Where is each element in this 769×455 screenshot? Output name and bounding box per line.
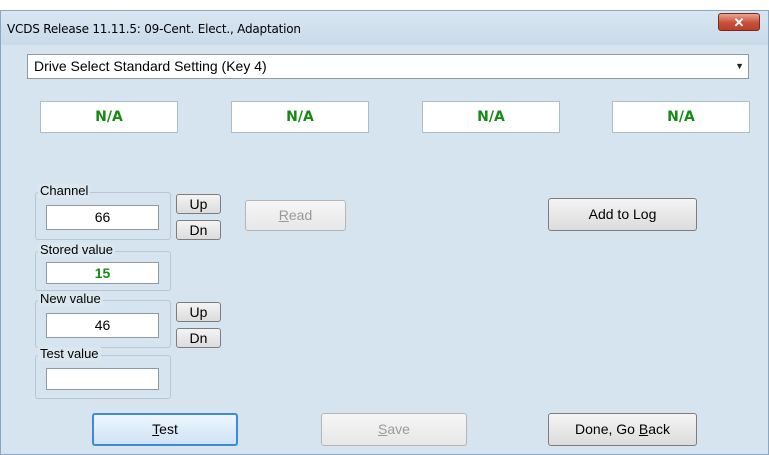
channel-up-button[interactable]: Up [176,194,221,214]
adaptation-channel-select-value: Drive Select Standard Setting (Key 4) [34,58,267,74]
test-value-label: Test value [38,346,101,361]
new-value-up-button[interactable]: Up [176,302,221,322]
measure-value-4: N/A [612,101,750,133]
title-bar[interactable]: VCDS Release 11.11.5: 09-Cent. Elect., A… [1,11,768,45]
done-button-label-post: ack [648,421,670,437]
close-button[interactable]: ✕ [718,13,760,31]
test-button-label-post: est [159,421,178,437]
done-button-label-pre: Done, Go [575,421,639,437]
measure-value-1: N/A [40,101,178,133]
read-button[interactable]: Read [245,200,346,231]
read-button-label-post: ead [288,207,313,223]
adaptation-channel-select[interactable]: Drive Select Standard Setting (Key 4) ▼ [27,54,749,79]
measure-value-2: N/A [231,101,369,133]
save-button[interactable]: Save [321,413,467,446]
test-button[interactable]: Test [92,413,238,446]
done-button-label-accel: B [638,421,649,437]
chevron-down-icon[interactable]: ▼ [735,55,744,78]
stored-value-label: Stored value [38,242,115,257]
save-button-label-accel: S [378,421,388,437]
add-to-log-button[interactable]: Add to Log [548,198,697,231]
channel-input[interactable]: 66 [46,205,159,230]
test-value-field [46,368,159,390]
window-title: VCDS Release 11.11.5: 09-Cent. Elect., A… [7,22,301,36]
new-value-down-button[interactable]: Dn [176,328,221,348]
read-button-label-accel: R [278,207,289,223]
channel-down-button[interactable]: Dn [176,220,221,240]
channel-label: Channel [38,183,91,198]
measure-value-3: N/A [422,101,560,133]
new-value-input[interactable]: 46 [46,313,159,338]
stored-value-field: 15 [46,262,159,284]
done-go-back-button[interactable]: Done, Go Back [548,413,697,446]
save-button-label-post: ave [387,421,410,437]
new-value-label: New value [38,291,103,306]
